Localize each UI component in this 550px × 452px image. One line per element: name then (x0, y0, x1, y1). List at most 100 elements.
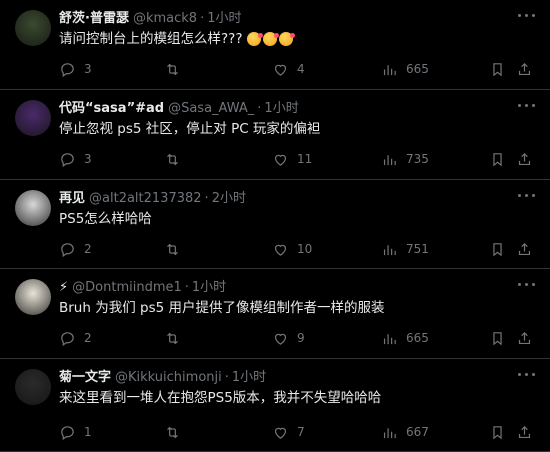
share-button[interactable] (516, 149, 533, 169)
emoji-group (245, 30, 295, 48)
tweet-header: 再见 @alt2alt2137382 · 2小时 (59, 190, 246, 208)
tweet-text: 停止忽视 ps5 社区，停止对 PC 玩家的偏袒 (59, 120, 320, 138)
tweet[interactable]: ⚡ @Dontmiindme1 · 1小时 Bruh 为我们 ps5 用户提供了像模组… (0, 269, 550, 359)
bookmark-icon (493, 425, 502, 439)
reply-button[interactable]: 2 (59, 328, 92, 348)
share-icon (518, 62, 531, 75)
smiling-heart-face-emoji (246, 32, 263, 46)
retweet-button[interactable] (164, 328, 189, 348)
tweet-header: ⚡ @Dontmiindme1 · 1小时 (59, 279, 226, 297)
view-count: 665 (406, 331, 429, 345)
tweet[interactable]: 舒茨·普雷瑟 @kmack8 · 1小时 请问控制台上的模组怎么样??? 3 4 66… (0, 0, 550, 90)
separator-dot: · (224, 370, 229, 385)
retweet-button[interactable] (164, 149, 189, 169)
timestamp[interactable]: 1小时 (264, 101, 298, 116)
bookmark-button[interactable] (489, 328, 506, 348)
smiling-heart-face-emoji (278, 32, 295, 46)
reply-icon (61, 152, 74, 167)
avatar[interactable] (15, 10, 51, 46)
reply-button[interactable]: 1 (59, 422, 92, 442)
tweet-text-content: 来这里看到一堆人在抱怨PS5版本，我并不失望哈哈哈 (59, 390, 382, 406)
retweet-icon (167, 63, 178, 75)
bookmark-button[interactable] (489, 59, 506, 79)
tweet-text: Bruh 为我们 ps5 用户提供了像模组制作者一样的服装 (59, 299, 385, 317)
retweet-button[interactable] (164, 239, 189, 259)
like-button[interactable]: 10 (272, 239, 312, 259)
like-button[interactable]: 7 (272, 422, 305, 442)
like-button[interactable]: 9 (272, 328, 305, 348)
reply-count: 3 (84, 152, 92, 166)
views-button[interactable]: 751 (381, 239, 429, 259)
more-options-icon[interactable] (518, 191, 536, 201)
analytics-icon (383, 244, 396, 255)
views-button[interactable]: 735 (381, 149, 429, 169)
user-handle[interactable]: @alt2alt2137382 (89, 191, 202, 206)
timestamp[interactable]: 1小时 (192, 280, 226, 295)
share-icon (518, 242, 531, 255)
user-handle[interactable]: @Sasa_AWA_ (168, 101, 254, 116)
bookmark-button[interactable] (489, 239, 506, 259)
tweet[interactable]: 菊一文字 @Kikkuichimonji · 1小时 来这里看到一堆人在抱怨PS5版本… (0, 359, 550, 452)
share-button[interactable] (516, 328, 533, 348)
more-options-icon[interactable] (518, 280, 536, 290)
analytics-icon (383, 427, 396, 438)
views-button[interactable]: 665 (381, 59, 429, 79)
bookmark-icon (493, 242, 502, 256)
display-name[interactable]: 再见 (59, 191, 85, 206)
user-handle[interactable]: @Dontmiindme1 (72, 280, 182, 295)
tweet[interactable]: 再见 @alt2alt2137382 · 2小时 PS5怎么样哈哈 2 10 751 (0, 180, 550, 269)
timestamp[interactable]: 2小时 (212, 191, 246, 206)
bookmark-button[interactable] (489, 422, 506, 442)
avatar[interactable] (15, 279, 51, 315)
user-handle[interactable]: @kmack8 (133, 11, 197, 26)
heart-icon (274, 154, 287, 166)
tweet-feed: 舒茨·普雷瑟 @kmack8 · 1小时 请问控制台上的模组怎么样??? 3 4 66… (0, 0, 550, 452)
action-bar: 3 11 735 (59, 149, 535, 169)
views-button[interactable]: 667 (381, 422, 429, 442)
like-count: 7 (297, 425, 305, 439)
display-name[interactable]: 菊一文字 (59, 370, 111, 385)
more-options-icon[interactable] (518, 101, 536, 111)
share-icon (518, 425, 531, 438)
retweet-button[interactable] (164, 422, 189, 442)
reply-button[interactable]: 3 (59, 149, 92, 169)
share-button[interactable] (516, 239, 533, 259)
display-name[interactable]: 舒茨·普雷瑟 (59, 11, 129, 26)
bookmark-button[interactable] (489, 149, 506, 169)
avatar[interactable] (15, 369, 51, 405)
action-bar: 2 9 665 (59, 328, 535, 348)
reply-button[interactable]: 3 (59, 59, 92, 79)
bookmark-icon (493, 331, 502, 345)
views-button[interactable]: 665 (381, 328, 429, 348)
reply-icon (61, 331, 74, 346)
timestamp[interactable]: 1小时 (232, 370, 266, 385)
retweet-icon (167, 332, 178, 344)
reply-icon (61, 425, 74, 440)
reply-count: 2 (84, 242, 92, 256)
timestamp[interactable]: 1小时 (207, 11, 241, 26)
tweet[interactable]: 代码“sasa”#ad @Sasa_AWA_ · 1小时 停止忽视 ps5 社区，停止… (0, 90, 550, 180)
analytics-icon (383, 64, 396, 75)
share-icon (518, 331, 531, 344)
tweet-header: 舒茨·普雷瑟 @kmack8 · 1小时 (59, 10, 241, 28)
display-name[interactable]: ⚡ (59, 280, 68, 295)
tweet-text: PS5怎么样哈哈 (59, 210, 152, 228)
reply-button[interactable]: 2 (59, 239, 92, 259)
display-name[interactable]: 代码“sasa”#ad (59, 101, 164, 116)
heart-icon (274, 427, 287, 439)
user-handle[interactable]: @Kikkuichimonji (115, 370, 222, 385)
heart-icon (274, 244, 287, 256)
like-count: 10 (297, 242, 313, 256)
more-options-icon[interactable] (518, 370, 536, 380)
avatar[interactable] (15, 100, 51, 136)
action-bar: 3 4 665 (59, 59, 535, 79)
like-button[interactable]: 4 (272, 59, 305, 79)
heart-icon (274, 333, 287, 345)
share-button[interactable] (516, 59, 533, 79)
more-options-icon[interactable] (518, 11, 536, 21)
share-button[interactable] (516, 422, 533, 442)
like-button[interactable]: 11 (272, 149, 312, 169)
tweet-text: 请问控制台上的模组怎么样??? (59, 30, 295, 48)
avatar[interactable] (15, 190, 51, 226)
retweet-button[interactable] (164, 59, 189, 79)
